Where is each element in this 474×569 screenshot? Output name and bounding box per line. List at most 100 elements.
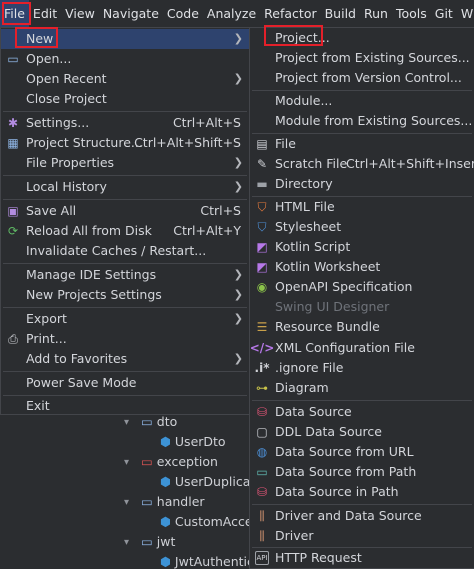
driver-icon: ⫼ [259,509,265,523]
new-ignore-file[interactable]: .i* .ignore File [250,358,474,378]
tree-item-jwt[interactable]: ▭ jwt [141,532,175,552]
chevron-right-icon: ❯ [233,288,243,301]
tree-item-exception[interactable]: ▭ exception [141,452,218,472]
new-ddl-data-source[interactable]: ▢ DDL Data Source [250,422,474,442]
file-icon: ▤ [256,137,268,151]
new-diagram[interactable]: ⊶ Diagram [250,378,474,398]
new-data-source[interactable]: ⛁ Data Source [250,402,474,422]
folder-icon: ▬ [256,177,268,191]
class-icon: ⬢ [160,554,171,569]
chevron-right-icon: ❯ [233,156,243,169]
new-data-source-in-path[interactable]: ⛁ Data Source in Path [250,482,474,502]
new-kotlin-worksheet[interactable]: ◩ Kotlin Worksheet [250,257,474,277]
new-driver[interactable]: ⫼ Driver [250,526,474,546]
menu-build[interactable]: Build [321,0,360,27]
chevron-right-icon: ❯ [233,32,243,45]
menu-run[interactable]: Run [360,0,392,27]
file-menu-exit[interactable]: Exit [1,396,249,416]
new-xml-config-file[interactable]: </> XML Configuration File [250,338,474,358]
menu-refactor[interactable]: Refactor [260,0,320,27]
new-html-file[interactable]: ⛉ HTML File [250,197,474,217]
openapi-icon: ◉ [256,280,268,294]
file-menu-add-to-favorites[interactable]: Add to Favorites ❯ [1,349,249,369]
file-menu-invalidate-caches[interactable]: Invalidate Caches / Restart... [1,241,249,261]
separator [252,504,472,505]
kotlin-icon: ◩ [256,240,268,254]
file-menu-power-save-mode[interactable]: Power Save Mode [1,373,249,393]
tree-item-userduplicate[interactable]: ⬢ UserDuplicate [160,472,263,492]
file-menu-new-projects-settings[interactable]: New Projects Settings ❯ [1,285,249,305]
chevron-down-icon[interactable]: ▾ [124,497,129,508]
class-icon: ⬢ [160,474,171,489]
new-resource-bundle[interactable]: ☰ Resource Bundle [250,317,474,337]
database-icon: ⛁ [256,485,268,499]
new-driver-and-data-source[interactable]: ⫼ Driver and Data Source [250,506,474,526]
menu-git[interactable]: Git [431,0,457,27]
file-menu-reload[interactable]: ⟳ Reload All from Disk Ctrl+Alt+Y [1,221,249,241]
tree-item-jwtauthentica[interactable]: ⬢ JwtAuthentica [160,552,262,569]
new-kotlin-script[interactable]: ◩ Kotlin Script [250,237,474,257]
file-menu-project-structure[interactable]: ▦ Project Structure... Ctrl+Alt+Shift+S [1,133,249,153]
new-stylesheet[interactable]: ⛉ Stylesheet [250,217,474,237]
chevron-right-icon: ❯ [233,352,243,365]
database-icon: ⛁ [256,405,268,419]
new-scratch-file[interactable]: ✎ Scratch File Ctrl+Alt+Shift+Inser [250,154,474,174]
file-menu-file-properties[interactable]: File Properties ❯ [1,153,249,173]
chevron-down-icon[interactable]: ▾ [124,537,129,548]
menu-analyze[interactable]: Analyze [203,0,260,27]
file-menu-save-all[interactable]: ▣ Save All Ctrl+S [1,201,249,221]
menu-code[interactable]: Code [163,0,203,27]
xml-icon: </> [249,341,275,355]
new-module-from-existing[interactable]: Module from Existing Sources... [250,111,474,131]
folder-icon: ▭ [256,465,268,479]
menubar: File Edit View Navigate Code Analyze Ref… [0,0,474,27]
new-data-source-from-url[interactable]: ◍ Data Source from URL [250,442,474,462]
printer-icon: ⎙ [8,332,18,346]
separator [3,111,247,112]
new-project-from-vcs[interactable]: Project from Version Control... [250,68,474,88]
new-directory[interactable]: ▬ Directory [250,174,474,194]
ddl-icon: ▢ [256,425,268,439]
menu-tools[interactable]: Tools [392,0,431,27]
chevron-down-icon[interactable]: ▾ [124,457,129,468]
grid-icon: ▦ [7,136,19,150]
chevron-right-icon: ❯ [233,312,243,325]
menu-window[interactable]: Winc [457,0,474,27]
file-menu-open-recent[interactable]: Open Recent ❯ [1,69,249,89]
kotlin-icon: ◩ [256,260,268,274]
menu-view[interactable]: View [61,0,99,27]
menu-edit[interactable]: Edit [29,0,61,27]
file-menu-manage-ide-settings[interactable]: Manage IDE Settings ❯ [1,265,249,285]
file-menu-open[interactable]: ▭ Open... [1,49,249,69]
new-data-source-from-path[interactable]: ▭ Data Source from Path [250,462,474,482]
folder-icon: ▭ [141,414,153,429]
new-http-request[interactable]: API HTTP Request [250,548,474,568]
file-menu-close-project[interactable]: Close Project [1,89,249,109]
separator [252,400,472,401]
tree-item-handler[interactable]: ▭ handler [141,492,205,512]
new-openapi-spec[interactable]: ◉ OpenAPI Specification [250,277,474,297]
menu-file[interactable]: File [0,0,29,27]
new-file[interactable]: ▤ File [250,134,474,154]
tree-item-userdto[interactable]: ⬢ UserDto [160,432,226,452]
menu-navigate[interactable]: Navigate [99,0,163,27]
tree-item-customacces[interactable]: ⬢ CustomAcces [160,512,259,532]
file-menu-print[interactable]: ⎙ Print... [1,329,249,349]
separator [3,199,247,200]
diagram-icon: ⊶ [256,381,268,395]
file-menu-export[interactable]: Export ❯ [1,309,249,329]
new-project[interactable]: Project... [250,28,474,48]
chevron-right-icon: ❯ [233,72,243,85]
ignore-icon: .i* [254,361,270,375]
class-icon: ⬢ [160,434,171,449]
chevron-down-icon[interactable]: ▾ [124,417,129,428]
file-menu-local-history[interactable]: Local History ❯ [1,177,249,197]
new-swing-ui-designer[interactable]: Swing UI Designer [250,297,474,317]
new-module[interactable]: Module... [250,91,474,111]
file-menu-new[interactable]: New ❯ [1,29,249,49]
gear-icon: ✱ [7,116,19,130]
scratch-file-icon: ✎ [256,157,268,171]
chevron-right-icon: ❯ [233,268,243,281]
new-project-from-existing[interactable]: Project from Existing Sources... [250,48,474,68]
file-menu-settings[interactable]: ✱ Settings... Ctrl+Alt+S [1,113,249,133]
